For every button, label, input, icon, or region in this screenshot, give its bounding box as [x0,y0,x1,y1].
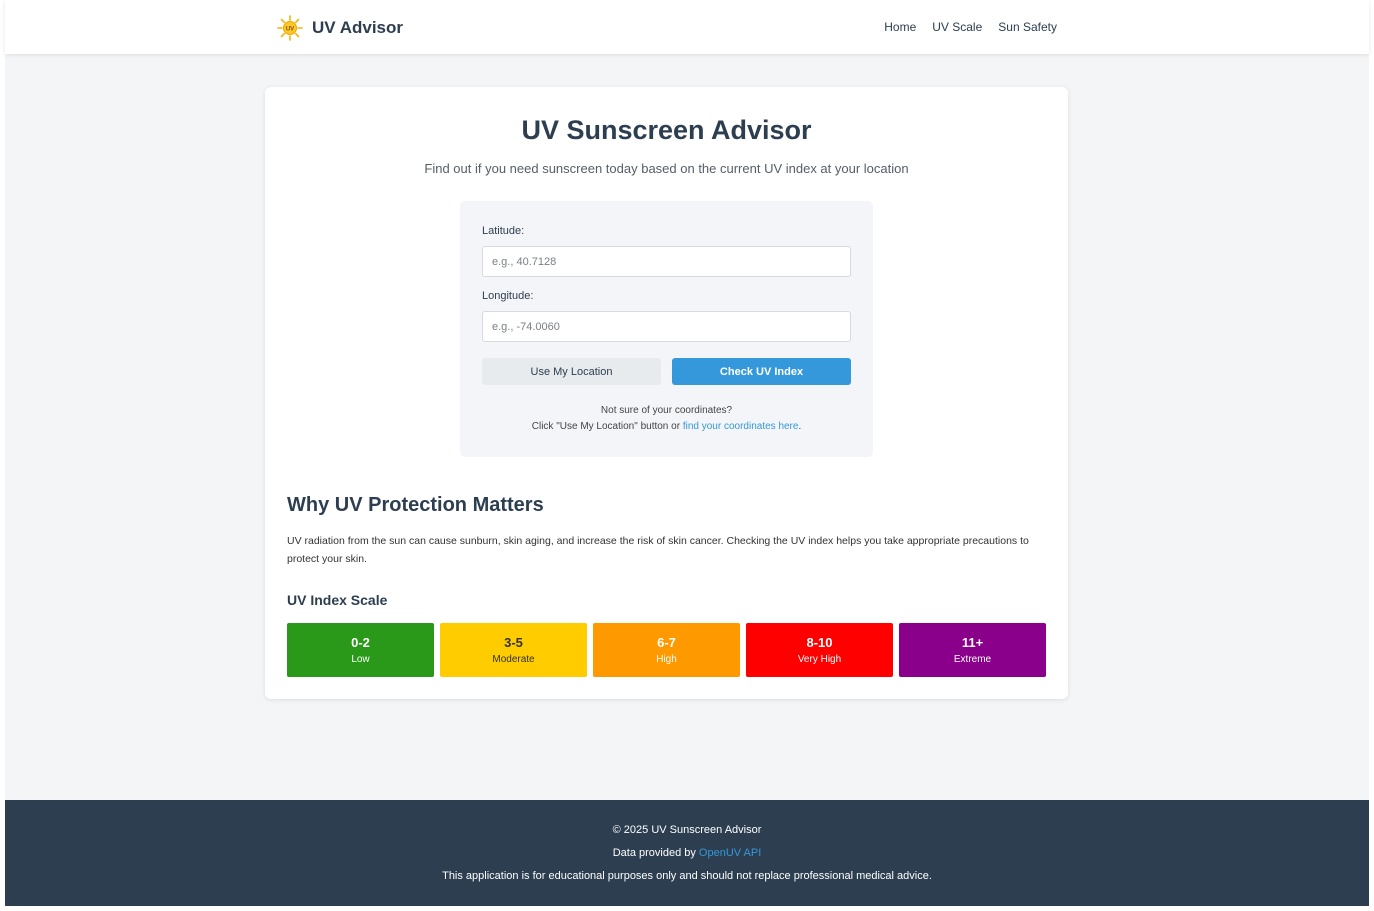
uv-level-name: High [656,654,677,665]
uv-level-name: Low [351,654,370,665]
main-nav: Home UV Scale Sun Safety [884,20,1057,34]
footer-copyright: © 2025 UV Sunscreen Advisor [612,824,762,836]
brand[interactable]: UV UV Advisor [276,14,403,42]
uv-level-range: 8-10 [806,635,833,650]
use-my-location-button[interactable]: Use My Location [482,358,661,385]
latitude-input[interactable] [482,246,851,277]
sun-logo-icon: UV [276,14,304,42]
coordinates-hint: Not sure of your coordinates? [600,405,733,416]
uv-level-very-high: 8-10 Very High [746,623,893,677]
uv-level-range: 6-7 [657,635,676,650]
longitude-label: Longitude: [482,290,534,302]
page-title: UV Sunscreen Advisor [521,115,812,145]
find-coordinates-link[interactable]: find your coordinates here [683,421,799,432]
top-navbar: UV UV Advisor Home UV Scale Sun Safety [5,0,1369,54]
nav-sun-safety[interactable]: Sun Safety [998,20,1057,34]
nav-home[interactable]: Home [884,20,916,34]
footer-data-prefix: Data provided by [612,847,699,859]
uv-level-name: Moderate [492,654,535,665]
footer-disclaimer: This application is for educational purp… [442,870,932,882]
check-uv-index-button[interactable]: Check UV Index [672,358,851,385]
uv-level-name: Very High [797,654,842,665]
uv-level-moderate: 3-5 Moderate [440,623,587,677]
coordinates-form: Latitude: Longitude: Use My Location Che… [460,201,873,457]
longitude-input[interactable] [482,311,851,342]
page-subtitle: Find out if you need sunscreen today bas… [424,161,909,176]
openuv-api-link[interactable]: OpenUV API [699,847,761,859]
brand-name: UV Advisor [312,18,404,37]
uv-level-high: 6-7 High [593,623,740,677]
why-section-title: Why UV Protection Matters [287,494,544,516]
uv-level-low: 0-2 Low [287,623,434,677]
advisor-card: UV Sunscreen Advisor Find out if you nee… [265,87,1068,699]
uv-level-range: 0-2 [351,635,370,650]
logo-text: UV [286,26,294,32]
uv-scale-title: UV Index Scale [287,592,388,608]
uv-level-range: 3-5 [504,635,523,650]
coordinates-hint-line2: Click "Use My Location" button or find y… [460,421,873,432]
nav-uv-scale[interactable]: UV Scale [932,20,982,34]
uv-level-range: 11+ [961,635,984,650]
page: UV UV Advisor Home UV Scale Sun Safety U… [5,0,1369,906]
why-section-text: UV radiation from the sun can cause sunb… [287,535,1029,565]
uv-level-extreme: 11+ Extreme [899,623,1046,677]
uv-level-name: Extreme [953,654,992,665]
uv-index-scale: 0-2 Low 3-5 Moderate 6-7 High 8-10 Very … [287,623,1046,677]
page-footer: © 2025 UV Sunscreen Advisor Data provide… [5,800,1369,906]
hint-prefix: Click "Use My Location" button or [531,421,683,432]
hint-suffix: . [798,421,802,432]
latitude-label: Latitude: [482,225,525,237]
footer-data-credit: Data provided by OpenUV API [5,847,1369,859]
